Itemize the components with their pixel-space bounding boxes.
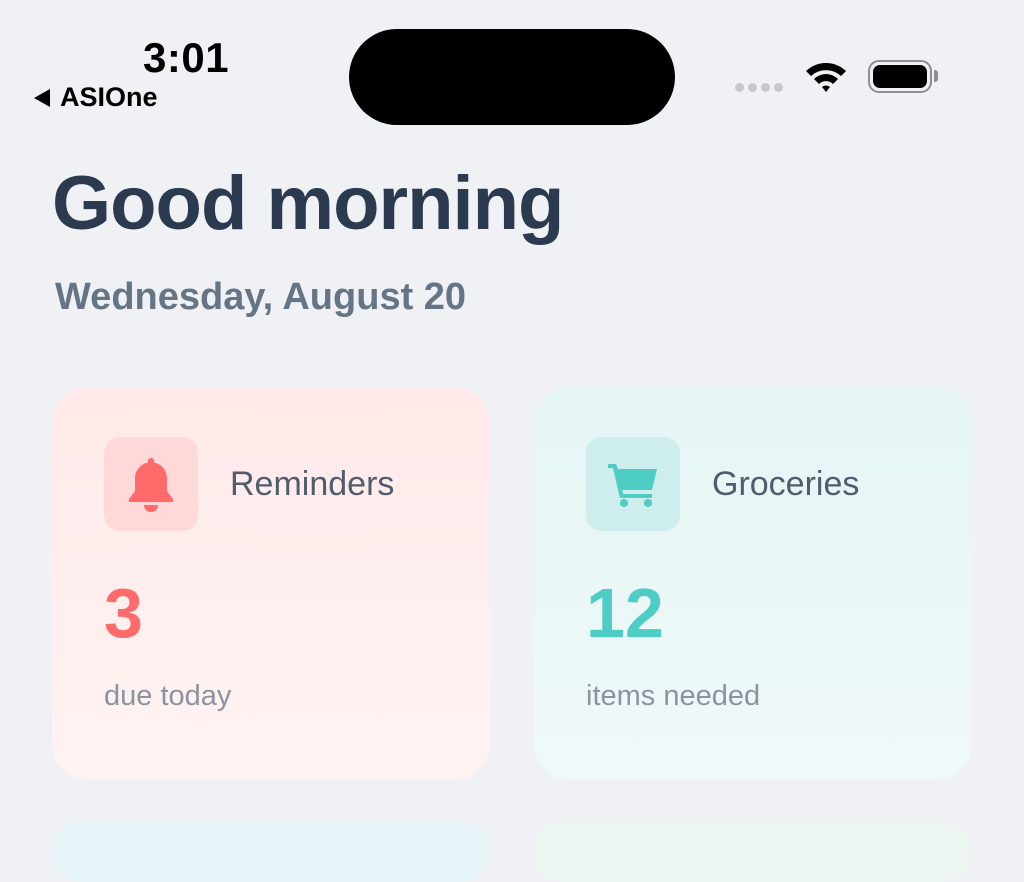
groceries-card[interactable]: Groceries 12 items needed [534, 387, 972, 780]
current-date: Wednesday, August 20 [55, 276, 467, 318]
next-card-right[interactable] [534, 822, 972, 882]
back-arrow-icon [34, 88, 50, 107]
reminders-card[interactable]: Reminders 3 due today [52, 387, 490, 780]
greeting-title: Good morning [52, 161, 564, 246]
reminders-subtitle: due today [104, 680, 232, 712]
battery-cap [934, 70, 938, 82]
battery-icon [868, 60, 932, 93]
cart-icon [608, 464, 657, 507]
wifi-icon [806, 63, 846, 92]
status-time: 3:01 [143, 34, 230, 81]
groceries-count: 12 [586, 574, 664, 652]
cellular-signal-icon [735, 83, 783, 92]
next-card-left[interactable] [52, 822, 490, 882]
dynamic-island [349, 29, 675, 125]
groceries-subtitle: items needed [586, 680, 761, 712]
reminders-icon-box [104, 437, 198, 531]
bell-icon [129, 458, 173, 512]
groceries-title: Groceries [712, 465, 860, 503]
groceries-icon-box [586, 437, 680, 531]
back-app-label: ASIOne [60, 82, 158, 112]
reminders-title: Reminders [230, 465, 395, 503]
reminders-count: 3 [104, 574, 143, 652]
back-to-app-button[interactable]: ASIOne [34, 82, 158, 113]
